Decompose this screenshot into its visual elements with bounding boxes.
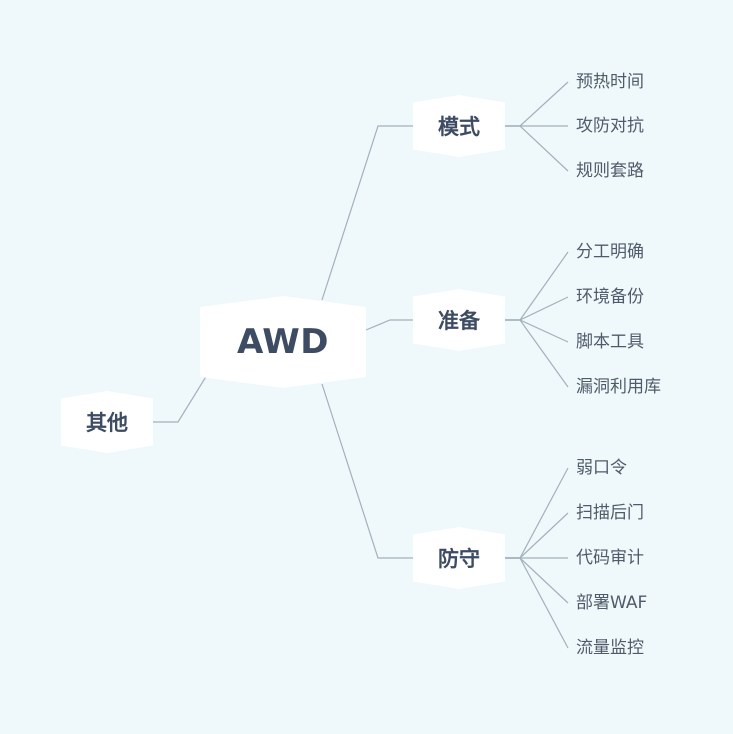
edge-prep-leaf-4 bbox=[505, 319, 569, 388]
leaf-prep-division[interactable]: 分工明确 bbox=[576, 241, 644, 263]
leaf-mode-warmup[interactable]: 预热时间 bbox=[576, 71, 644, 93]
leaf-mode-attack-defense[interactable]: 攻防对抗 bbox=[576, 115, 644, 137]
leaf-defense-waf[interactable]: 部署WAF bbox=[576, 592, 647, 614]
edge-prep-leaf-3 bbox=[505, 319, 569, 343]
leaf-defense-traffic-monitor[interactable]: 流量监控 bbox=[576, 637, 644, 659]
connector-layer bbox=[153, 81, 569, 649]
mindmap-canvas: AWD 其他 模式 准备 防守 预热时间 攻防对抗 规则套路 分工明确 环境备份… bbox=[0, 0, 733, 730]
edge-root-prep bbox=[365, 319, 413, 331]
edge-defense-leaf-4 bbox=[505, 557, 569, 604]
leaf-prep-scripts[interactable]: 脚本工具 bbox=[576, 331, 644, 353]
node-defense[interactable]: 防守 bbox=[413, 527, 505, 589]
leaf-prep-exploit-lib[interactable]: 漏洞利用库 bbox=[576, 376, 661, 398]
node-preparation[interactable]: 准备 bbox=[413, 289, 505, 351]
edge-defense-leaf-2 bbox=[505, 512, 569, 559]
edge-prep-leaf-1 bbox=[505, 251, 569, 321]
root-node-awd[interactable]: AWD bbox=[200, 296, 366, 388]
edge-mode-leaf-1 bbox=[505, 81, 569, 127]
edge-prep-leaf-2 bbox=[505, 296, 569, 321]
node-mode[interactable]: 模式 bbox=[413, 95, 505, 157]
edge-defense-leaf-5 bbox=[505, 557, 569, 649]
edge-root-defense bbox=[321, 383, 413, 559]
leaf-defense-weak-password[interactable]: 弱口令 bbox=[576, 457, 627, 479]
node-other[interactable]: 其他 bbox=[61, 391, 153, 453]
edge-root-mode bbox=[321, 125, 413, 301]
leaf-mode-rules[interactable]: 规则套路 bbox=[576, 160, 644, 182]
edge-root-other bbox=[153, 374, 208, 423]
edge-defense-leaf-1 bbox=[505, 467, 569, 559]
edge-mode-leaf-3 bbox=[505, 125, 569, 172]
leaf-defense-backdoor-scan[interactable]: 扫描后门 bbox=[576, 502, 644, 524]
leaf-prep-env-backup[interactable]: 环境备份 bbox=[576, 286, 644, 308]
leaf-defense-code-audit[interactable]: 代码审计 bbox=[576, 547, 644, 569]
